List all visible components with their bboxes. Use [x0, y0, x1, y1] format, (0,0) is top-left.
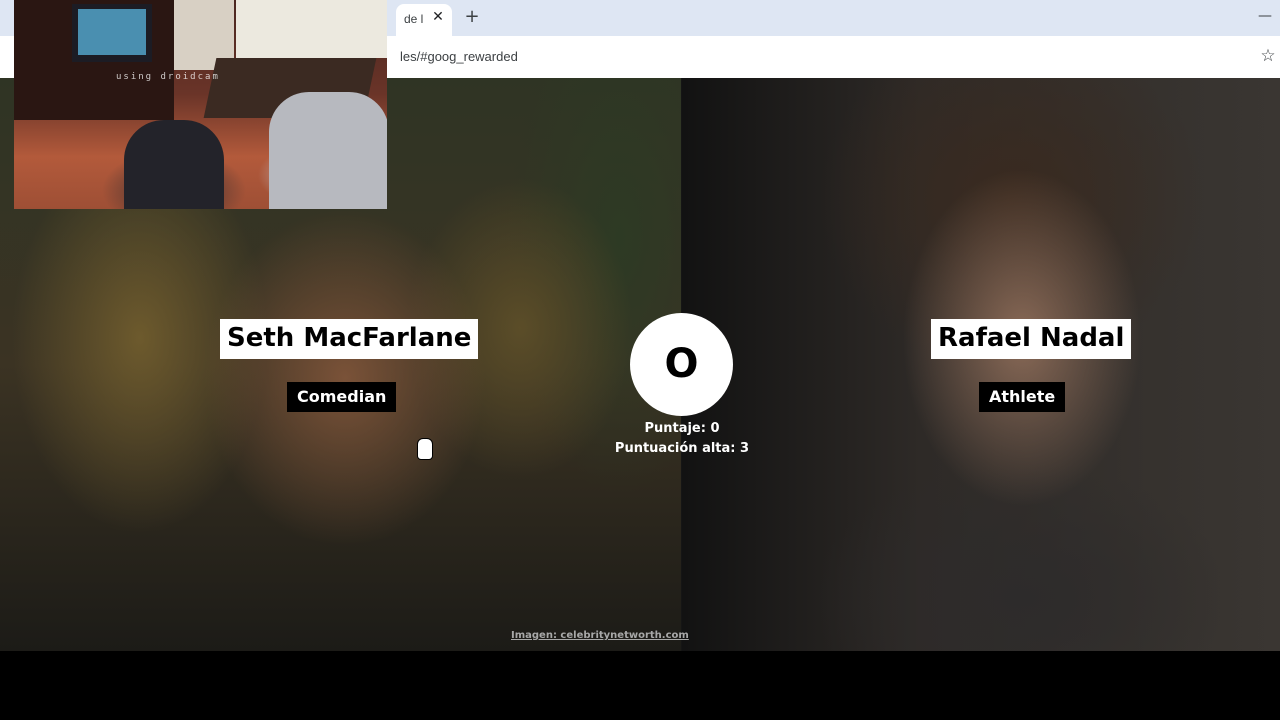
- browser-tab[interactable]: de l ✕: [396, 4, 452, 36]
- minimize-icon[interactable]: —: [1258, 8, 1272, 24]
- close-tab-icon[interactable]: ✕: [430, 9, 446, 25]
- current-score: Puntaje: 0: [644, 421, 720, 436]
- webcam-curtain: [236, 0, 387, 58]
- webcam-person: [269, 92, 387, 209]
- webcam-person: [124, 120, 224, 209]
- bookmark-star-icon[interactable]: ☆: [1258, 46, 1278, 66]
- right-name-label: Rafael Nadal: [931, 319, 1132, 359]
- hand-cursor-icon: [417, 438, 433, 460]
- webcam-watermark: using droidcam: [116, 72, 220, 82]
- left-category-badge: Comedian: [287, 382, 397, 412]
- url-text[interactable]: les/#goog_rewarded: [400, 49, 518, 64]
- tab-title: de l: [404, 12, 424, 26]
- high-score: Puntuación alta: 3: [614, 441, 750, 456]
- webcam-overlay: using droidcam: [14, 0, 387, 209]
- webcam-tv-screen: [78, 9, 146, 55]
- image-credit-link[interactable]: Imagen: celebritynetworth.com: [511, 630, 689, 641]
- new-tab-icon[interactable]: +: [462, 7, 482, 27]
- versus-circle: O: [630, 313, 733, 416]
- right-celebrity-panel[interactable]: [682, 78, 1280, 651]
- right-category-badge: Athlete: [979, 382, 1066, 412]
- left-name-label: Seth MacFarlane: [220, 319, 479, 359]
